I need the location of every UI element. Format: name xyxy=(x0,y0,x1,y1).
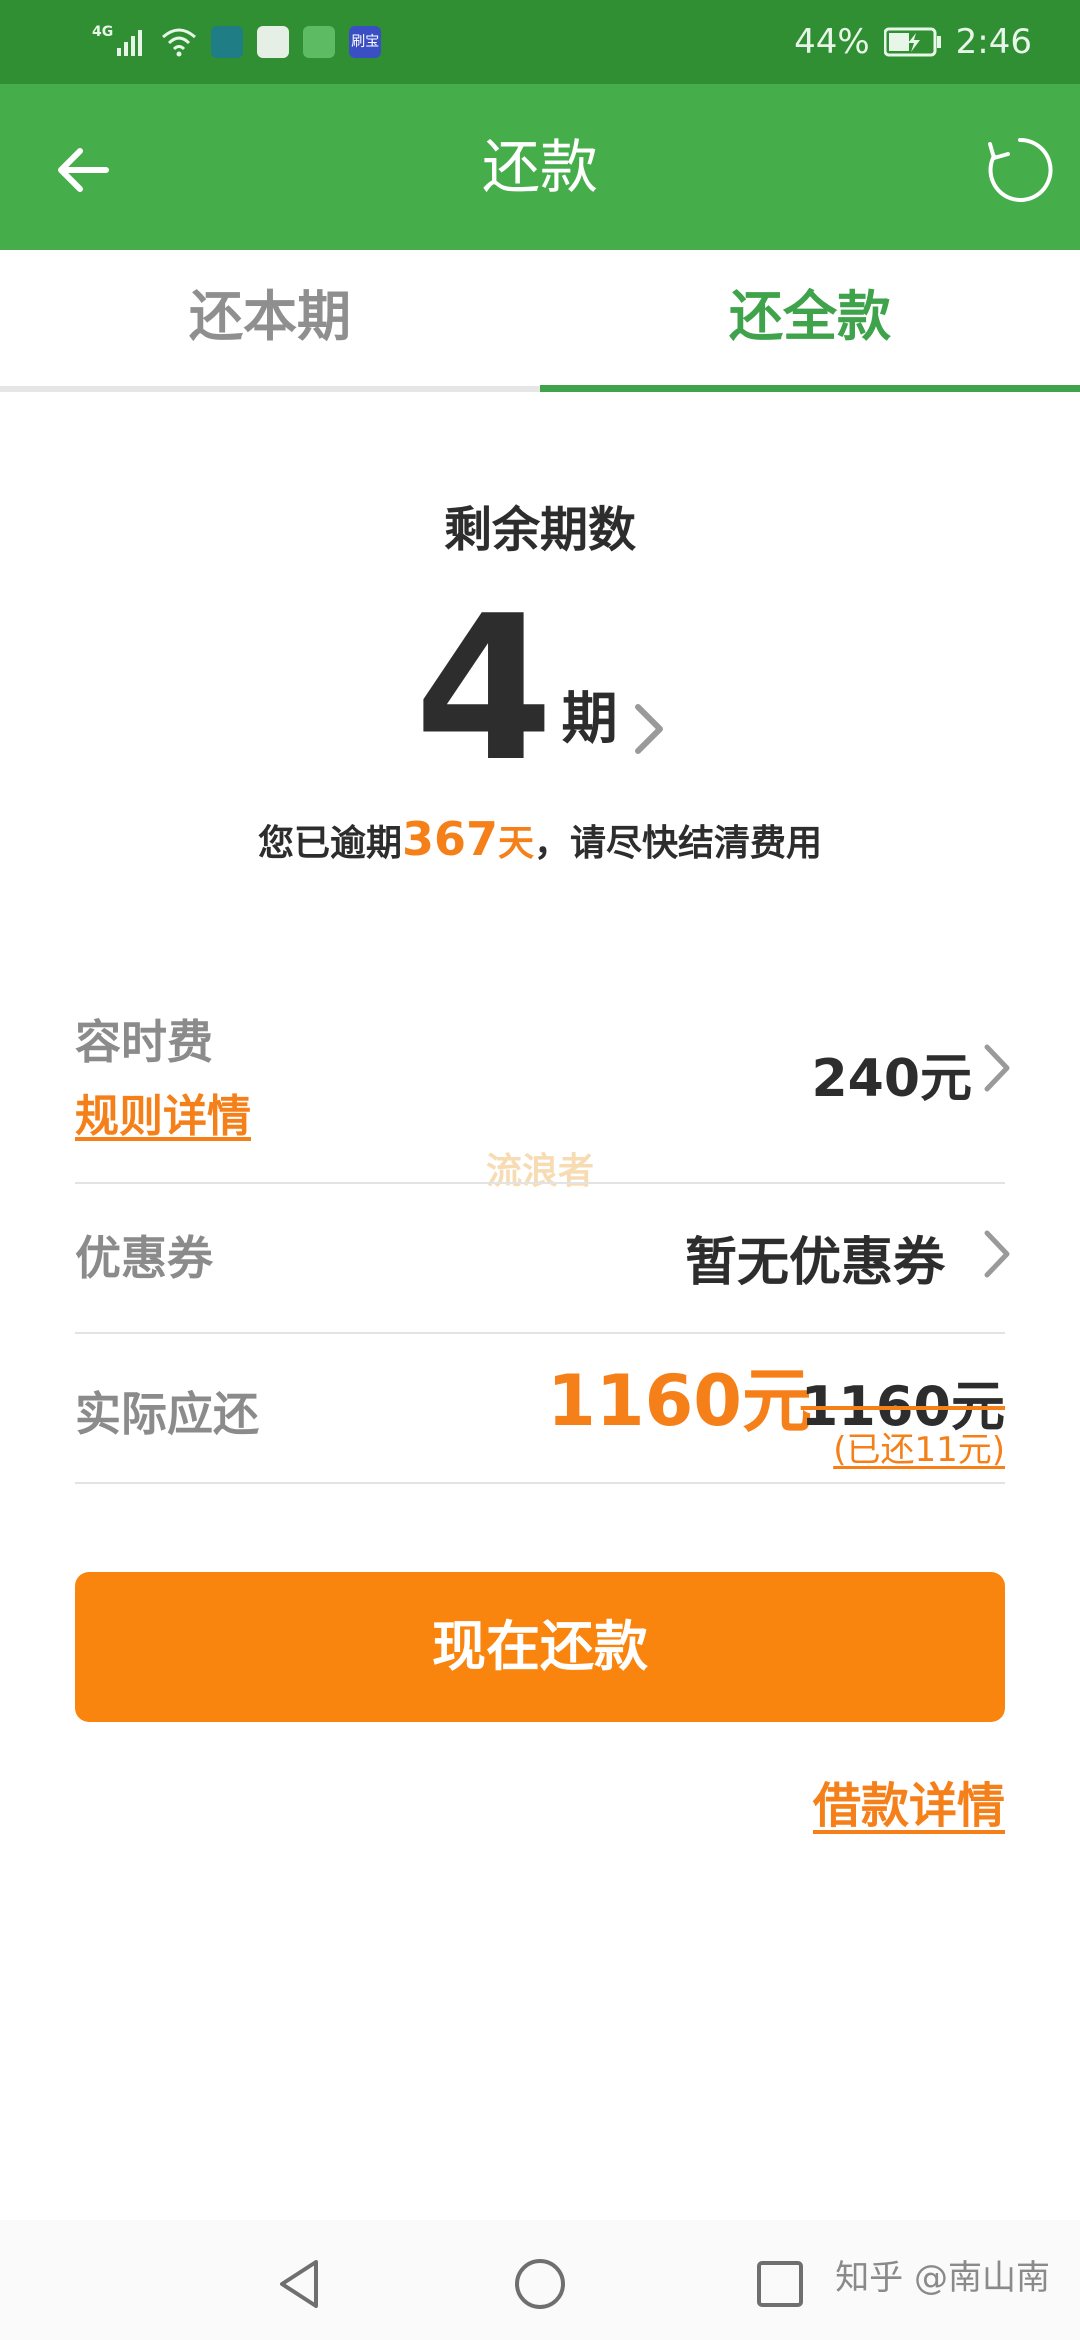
loan-details-link[interactable]: 借款详情 xyxy=(813,1766,1005,1836)
periods-value: 4 xyxy=(414,573,554,806)
divider xyxy=(75,1332,1005,1334)
periods-unit: 期 xyxy=(561,687,618,752)
status-icons-left: 4G 刷宝 xyxy=(92,22,382,62)
actual-amount-value: 1160元 xyxy=(547,1360,812,1442)
app-bar: 还款 xyxy=(0,84,1080,250)
overdue-days-unit: 天 xyxy=(498,823,535,864)
remaining-periods-label: 剩余期数 xyxy=(443,502,636,558)
wifi-icon xyxy=(162,28,197,57)
tab-full-repayment[interactable]: 还全款 xyxy=(540,250,1080,386)
wechat-icon xyxy=(303,26,336,58)
tab-active-indicator xyxy=(540,385,1080,392)
battery-icon xyxy=(883,27,941,57)
remaining-periods[interactable]: 4 期 xyxy=(0,573,1080,806)
chevron-right-icon xyxy=(634,704,663,754)
battery-percent: 44% xyxy=(794,22,870,62)
status-icons-right: 44% 2:46 xyxy=(794,18,1032,66)
rule-details-link[interactable]: 规则详情 xyxy=(75,1080,251,1144)
status-bar: 4G 刷宝 44% 2:46 xyxy=(0,0,1080,84)
network-type-label: 4G xyxy=(92,24,114,40)
overdue-days: 367 xyxy=(401,812,498,866)
fee-label: 容时费 xyxy=(75,1015,213,1069)
coupon-chevron-icon xyxy=(984,1230,1010,1278)
notification-icon xyxy=(211,26,244,58)
paid-note: (已还11元) xyxy=(833,1430,1005,1470)
zhihu-watermark: 知乎 @南山南 xyxy=(835,2258,1050,2298)
triangle-back-icon xyxy=(280,2260,318,2308)
shuabao-icon: 刷宝 xyxy=(349,26,382,58)
refresh-button[interactable] xyxy=(982,132,1058,208)
overdue-notice: 您已逾期367天，请尽快结清费用 xyxy=(0,812,1080,866)
clock: 2:46 xyxy=(955,22,1032,62)
tab-bar: 还本期 还全款 xyxy=(0,250,1080,392)
pay-now-button[interactable]: 现在还款 xyxy=(75,1572,1005,1722)
nav-recents-button[interactable] xyxy=(752,2256,808,2312)
coupon-value: 暂无优惠券 xyxy=(684,1233,945,1293)
page-title: 还款 xyxy=(481,133,598,201)
tab-current-period[interactable]: 还本期 xyxy=(0,250,540,386)
circle-home-icon xyxy=(515,2259,565,2309)
overdue-suffix: ，请尽快结清费用 xyxy=(534,823,823,864)
square-recents-icon xyxy=(757,2261,803,2307)
nav-back-button[interactable] xyxy=(272,2256,328,2312)
signal-icon xyxy=(117,30,143,56)
overdue-prefix: 您已逾期 xyxy=(257,823,402,864)
divider xyxy=(75,1182,1005,1184)
fee-chevron-icon xyxy=(984,1044,1010,1092)
fee-value: 240元 xyxy=(811,1049,972,1109)
nav-home-button[interactable] xyxy=(512,2256,568,2312)
actual-amount-label: 实际应还 xyxy=(75,1387,259,1441)
refresh-icon xyxy=(988,137,1053,202)
huawei-icon xyxy=(257,26,290,58)
divider xyxy=(75,1482,1005,1484)
